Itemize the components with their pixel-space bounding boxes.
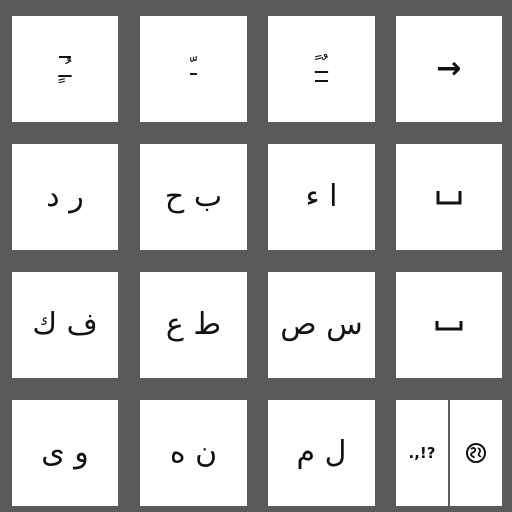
- key-label: .,!?: [408, 444, 436, 462]
- key-alif-hamza[interactable]: ا ء: [268, 144, 375, 250]
- key-lam-mim[interactable]: ل م: [268, 400, 375, 506]
- enter-icon: [436, 191, 462, 205]
- key-shadda[interactable]: ـّ: [140, 16, 247, 122]
- key-label: ـّ: [190, 56, 197, 81]
- language-switch-key[interactable]: [450, 400, 502, 506]
- key-sin-sad[interactable]: س ص: [268, 272, 375, 378]
- key-nun-ha[interactable]: ن ه: [140, 400, 247, 506]
- space-key[interactable]: [396, 272, 502, 378]
- space-icon: [435, 321, 463, 331]
- right-arrow-icon: →: [436, 51, 462, 86]
- key-label: ن ه: [169, 435, 218, 470]
- key-waw-ya[interactable]: و ى: [12, 400, 118, 506]
- key-ta-ain[interactable]: ط ع: [140, 272, 247, 378]
- key-label: ـٌـً: [315, 56, 328, 82]
- key-tanween-fathatan[interactable]: ـٌـً: [268, 16, 375, 122]
- key-ba-ha[interactable]: ب ح: [140, 144, 247, 250]
- key-label: س ص: [280, 307, 363, 342]
- key-label: و ى: [41, 435, 89, 470]
- key-label: ف ك: [32, 307, 98, 342]
- key-label: ل م: [296, 435, 347, 470]
- key-label: ا ء: [305, 179, 338, 214]
- key-label: ر د: [46, 179, 84, 214]
- key-label: ط ع: [165, 307, 222, 342]
- key-tanween-dammatan[interactable]: ـُـٍ: [12, 16, 118, 122]
- key-fa-kaf[interactable]: ف ك: [12, 272, 118, 378]
- key-label: ـُـٍ: [58, 56, 72, 83]
- key-label: ب ح: [164, 179, 223, 214]
- enter-key[interactable]: [396, 144, 502, 250]
- next-arrow-key[interactable]: →: [396, 16, 502, 122]
- globe-icon: [466, 443, 486, 463]
- arabic-keyboard: ـُـٍ ـّ ـٌـً → ر د ب ح ا ء ف ك ط ع س ص و…: [0, 0, 512, 512]
- punctuation-key[interactable]: .,!?: [396, 400, 448, 506]
- key-ra-dal[interactable]: ر د: [12, 144, 118, 250]
